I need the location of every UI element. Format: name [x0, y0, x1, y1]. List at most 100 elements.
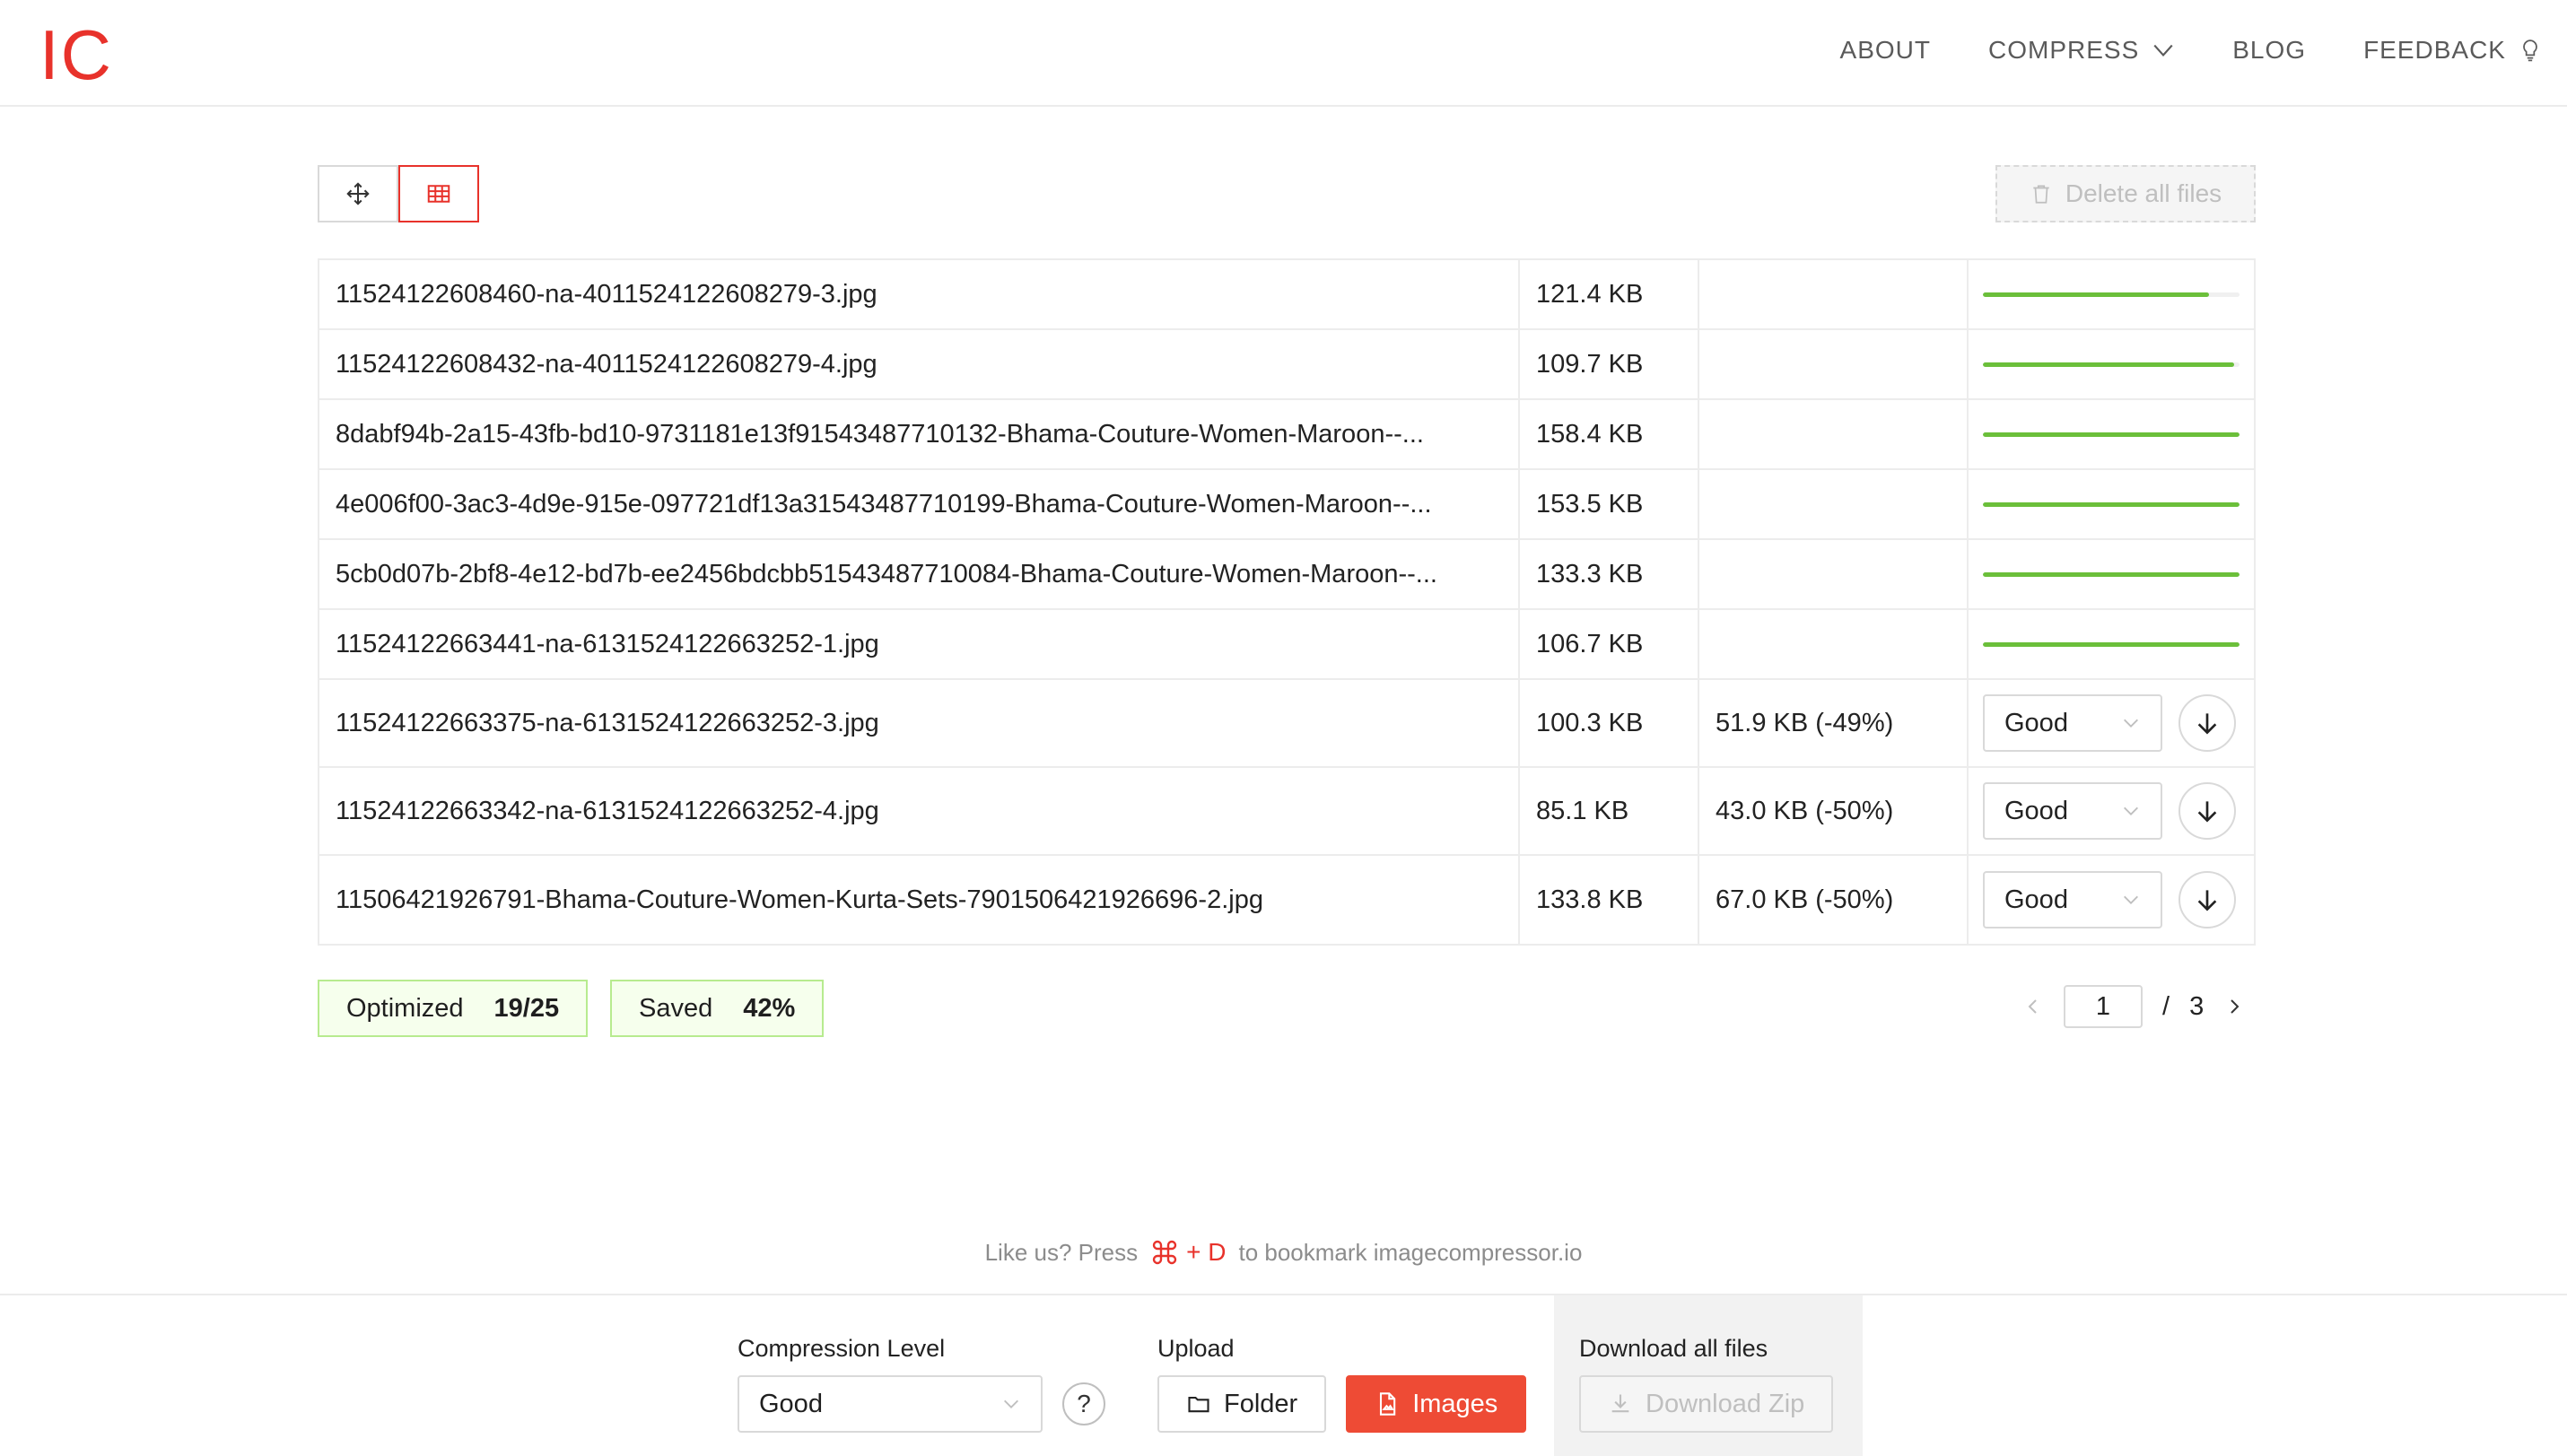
page-input[interactable]: 1: [2064, 985, 2143, 1028]
help-button[interactable]: ?: [1062, 1382, 1105, 1425]
compressed-size: 67.0 KB (-50%): [1699, 856, 1969, 944]
download-zip-button[interactable]: Download Zip: [1579, 1375, 1834, 1433]
download-zip-label: Download Zip: [1646, 1389, 1805, 1418]
compressed-size: [1699, 540, 1969, 608]
nav-about[interactable]: ABOUT: [1840, 36, 1931, 65]
chevron-down-icon: [2124, 719, 2138, 728]
table-row: 11524122663375-na-6131524122663252-3.jpg…: [319, 680, 2254, 768]
upload-group: Upload Folder Images: [1157, 1335, 1527, 1433]
saved-badge: Saved 42%: [610, 980, 825, 1037]
nav-compress-label: COMPRESS: [1988, 36, 2140, 64]
optimized-value: 19/25: [493, 993, 560, 1023]
compressed-size: [1699, 610, 1969, 678]
progress-fill: [1983, 501, 2240, 507]
file-actions: Good: [1969, 856, 2254, 944]
folder-icon: [1188, 1396, 1209, 1413]
compressed-size: 43.0 KB (-50%): [1699, 768, 1969, 854]
page-separator: /: [2162, 991, 2170, 1021]
trash-icon: [2033, 185, 2049, 204]
quality-select-value: Good: [2004, 708, 2068, 737]
compression-group: Compression Level Good ?: [738, 1335, 1105, 1433]
nav-about-label: ABOUT: [1839, 36, 1931, 64]
progress-fill: [1983, 292, 2209, 297]
file-progress-cell: [1969, 540, 2254, 608]
download-file-button[interactable]: [2178, 782, 2236, 840]
compressed-size: [1699, 330, 1969, 398]
file-size: 85.1 KB: [1520, 768, 1699, 854]
view-move-button[interactable]: [318, 165, 398, 222]
pagination: 1 / 3: [2022, 985, 2245, 1028]
compression-level-select[interactable]: Good: [738, 1375, 1043, 1433]
saved-value: 42%: [743, 993, 796, 1023]
table-row: 11524122608432-na-4011524122608279-4.jpg…: [319, 330, 2254, 400]
hint-suffix: to bookmark imagecompressor.io: [1238, 1238, 1583, 1266]
view-grid-button[interactable]: [398, 165, 479, 222]
compression-level-value: Good: [759, 1389, 823, 1418]
view-toggle: [318, 165, 479, 222]
optimized-badge: Optimized 19/25: [318, 980, 589, 1037]
file-size: 153.5 KB: [1520, 470, 1699, 538]
shortcut-key: + D: [1150, 1238, 1226, 1267]
nav-feedback-label: FEEDBACK: [2363, 36, 2506, 64]
upload-folder-button[interactable]: Folder: [1157, 1375, 1327, 1433]
progress-bar: [1983, 362, 2240, 367]
hint-prefix: Like us? Press: [984, 1238, 1139, 1266]
file-name: 11524122608460-na-4011524122608279-3.jpg: [319, 260, 1520, 328]
file-progress-cell: [1969, 400, 2254, 468]
table-row: 11506421926791-Bhama-Couture-Women-Kurta…: [319, 856, 2254, 944]
logo[interactable]: IC: [39, 20, 113, 90]
file-actions: Good: [1969, 768, 2254, 854]
chevron-left-icon[interactable]: [2022, 996, 2044, 1017]
quality-select[interactable]: Good: [1983, 694, 2162, 752]
nav-blog-label: BLOG: [2232, 36, 2307, 64]
upload-images-label: Images: [1412, 1389, 1498, 1418]
upload-images-button[interactable]: Images: [1346, 1375, 1527, 1433]
file-progress-cell: [1969, 260, 2254, 328]
bookmark-hint: Like us? Press + D to bookmark imagecomp…: [0, 1238, 2567, 1267]
progress-fill: [1983, 362, 2235, 367]
download-file-button[interactable]: [2178, 694, 2236, 752]
arrow-down-icon: [2197, 801, 2217, 823]
quality-select[interactable]: Good: [1983, 871, 2162, 929]
download-file-button[interactable]: [2178, 871, 2236, 929]
header: IC ABOUT COMPRESS BLOG FEEDBACK: [0, 0, 2567, 107]
chevron-down-icon: [2124, 895, 2138, 904]
shortcut-key-label: + D: [1186, 1238, 1227, 1266]
progress-fill: [1983, 432, 2240, 437]
file-table: 11524122608460-na-4011524122608279-3.jpg…: [318, 258, 2256, 946]
nav-feedback[interactable]: FEEDBACK: [2363, 36, 2542, 65]
chevron-right-icon[interactable]: [2223, 996, 2245, 1017]
move-icon: [346, 182, 370, 205]
compressed-size: [1699, 260, 1969, 328]
file-name: 11524122608432-na-4011524122608279-4.jpg: [319, 330, 1520, 398]
nav-compress[interactable]: COMPRESS: [1988, 36, 2175, 65]
chevron-down-icon: [2124, 806, 2138, 815]
file-size: 158.4 KB: [1520, 400, 1699, 468]
file-name: 8dabf94b-2a15-43fb-bd10-9731181e13f91543…: [319, 400, 1520, 468]
saved-label: Saved: [639, 993, 713, 1023]
file-size: 133.3 KB: [1520, 540, 1699, 608]
file-name: 11524122663441-na-6131524122663252-1.jpg: [319, 610, 1520, 678]
delete-all-button[interactable]: Delete all files: [1995, 165, 2256, 222]
progress-bar: [1983, 292, 2240, 297]
progress-bar: [1983, 501, 2240, 507]
chevron-down-icon: [1004, 1399, 1018, 1408]
compressed-size: [1699, 400, 1969, 468]
delete-all-label: Delete all files: [2065, 179, 2222, 207]
file-size: 121.4 KB: [1520, 260, 1699, 328]
file-size: 133.8 KB: [1520, 856, 1699, 944]
footer-toolbar: Compression Level Good ? Upload Folder I…: [0, 1294, 2567, 1456]
file-name: 11506421926791-Bhama-Couture-Women-Kurta…: [319, 856, 1520, 944]
file-size: 100.3 KB: [1520, 680, 1699, 766]
lightbulb-icon: [2523, 39, 2537, 62]
arrow-down-icon: [2197, 890, 2217, 911]
progress-bar: [1983, 641, 2240, 647]
quality-select[interactable]: Good: [1983, 782, 2162, 840]
nav-blog[interactable]: BLOG: [2232, 36, 2306, 65]
progress-bar: [1983, 432, 2240, 437]
table-row: 11524122663342-na-6131524122663252-4.jpg…: [319, 768, 2254, 856]
table-row: 8dabf94b-2a15-43fb-bd10-9731181e13f91543…: [319, 400, 2254, 470]
compressed-size: [1699, 470, 1969, 538]
arrow-down-icon: [2197, 713, 2217, 735]
upload-folder-label: Folder: [1224, 1389, 1298, 1418]
